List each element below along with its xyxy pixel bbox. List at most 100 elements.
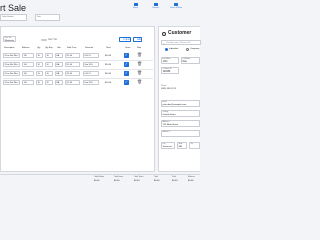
- total-label: Total Items: [114, 175, 124, 178]
- col-qty-shp: Qty Shp: [45, 46, 53, 49]
- tax-checkbox[interactable]: ✓: [124, 62, 129, 67]
- table-row[interactable]: 24 oz Flat Whi... 110 10 10 EA $ 1.00 Us…: [1, 61, 156, 69]
- unit-cell[interactable]: EA: [55, 80, 63, 86]
- price-cell[interactable]: $ 1.00: [65, 53, 80, 59]
- discount-cell[interactable]: Use 10%: [83, 62, 99, 68]
- country-field[interactable]: Country United States: [161, 110, 200, 117]
- qty-ship-cell[interactable]: 10: [45, 71, 53, 77]
- state-field[interactable]: State WA: [177, 142, 187, 149]
- customer-search-input[interactable]: ⌕ Find by name, Phone or ID: [161, 40, 201, 46]
- qty-cell[interactable]: 10: [36, 80, 43, 86]
- totals-footer: Total Before $0.00 Total Items $0.00 Tot…: [0, 174, 200, 184]
- total-value: $0.00: [172, 179, 178, 182]
- qty-ship-cell[interactable]: 10: [45, 62, 53, 68]
- table-header: Description Balance Qty Qty Shp Unit Sal…: [1, 46, 156, 50]
- total-value: $0.00: [114, 179, 120, 182]
- city-field[interactable]: City Vancouver: [161, 142, 175, 149]
- discount-cell[interactable]: 0.00 %: [83, 53, 99, 59]
- save-action[interactable]: Save: [133, 7, 138, 9]
- delete-icon[interactable]: 🗑: [137, 62, 142, 67]
- discount-cell[interactable]: 0.00 %: [83, 71, 99, 77]
- price-tier-label: Price Tier: [4, 37, 12, 39]
- save-new-icon[interactable]: [174, 3, 178, 6]
- customer-search-placeholder: Find by name, Phone or ID: [166, 42, 191, 45]
- desc-cell[interactable]: 24 oz Flat Whi...: [3, 80, 20, 86]
- date-field[interactable]: Date: [35, 14, 60, 21]
- table-row[interactable]: 24 oz Flat Whi... 110 10 10 EA $ 1.00 Us…: [1, 79, 156, 87]
- customer-title: Customer: [168, 30, 192, 36]
- email-field[interactable]: Email john.doe@example.com: [161, 100, 200, 107]
- unit-cell[interactable]: EA: [55, 62, 63, 68]
- line-items-panel: Price Tier Wholesale Has Tax Import Add …: [0, 26, 155, 172]
- qty-cell[interactable]: 10: [36, 71, 43, 77]
- add-button[interactable]: Add: [133, 37, 142, 42]
- customer-panel: Customer ⌕ Find by name, Phone or ID Ind…: [158, 26, 201, 172]
- last-name-field[interactable]: Last Name Doe: [181, 57, 200, 64]
- total-label: Total: [154, 175, 158, 178]
- tax-checkbox[interactable]: ✓: [124, 71, 129, 76]
- individual-label: Individual: [169, 48, 179, 51]
- discount-cell[interactable]: Use 10%: [83, 80, 99, 86]
- balance-cell[interactable]: 110: [22, 80, 34, 86]
- company-radio[interactable]: [186, 48, 189, 51]
- col-description: Description: [4, 46, 15, 49]
- total-cell: $10.00: [105, 81, 112, 84]
- desc-cell[interactable]: 24 oz Flat Whi...: [3, 53, 20, 59]
- balance-cell[interactable]: 110: [22, 71, 34, 77]
- total-value: $0.00: [188, 179, 194, 182]
- cancel-action[interactable]: Cancel: [152, 7, 159, 9]
- table-row[interactable]: 24 oz Flat Whi... 110 10 10 EA $ 1.00 0.…: [1, 70, 156, 78]
- zip-field[interactable]: Zip: [189, 142, 200, 149]
- total-value: $0.00: [94, 179, 100, 182]
- col-balance: Balance: [22, 46, 30, 49]
- has-tax-toggle[interactable]: [41, 38, 47, 42]
- col-taxes: Taxes: [125, 46, 131, 49]
- address-field[interactable]: Address 1 123 Main Street: [161, 120, 200, 127]
- qty-cell[interactable]: 10: [36, 53, 43, 59]
- total-cell: $10.00: [105, 72, 112, 75]
- total-label: Total Before: [94, 175, 105, 178]
- order-number-label: Order Number: [2, 15, 14, 18]
- total-value: $0.00: [134, 179, 140, 182]
- tax-checkbox[interactable]: ✓: [124, 80, 129, 85]
- total-value: $0.00: [154, 179, 160, 182]
- desc-cell[interactable]: 24 oz Flat Whi...: [3, 62, 20, 68]
- delete-icon[interactable]: 🗑: [137, 80, 142, 85]
- col-total: Total: [106, 46, 111, 49]
- import-button-label: Import: [123, 38, 131, 42]
- price-tier-select[interactable]: Price Tier Wholesale: [3, 36, 16, 42]
- price-cell[interactable]: $ 1.00: [65, 80, 80, 86]
- save-new-action[interactable]: Save & New: [170, 7, 182, 9]
- table-row[interactable]: 24 oz Flat Whi... 110 10 10 EA $ 1.00 0.…: [1, 52, 156, 60]
- qty-cell[interactable]: 10: [36, 62, 43, 68]
- order-number-field[interactable]: Order Number: [0, 14, 27, 21]
- qty-ship-cell[interactable]: 10: [45, 53, 53, 59]
- delete-icon[interactable]: 🗑: [137, 71, 142, 76]
- delete-icon[interactable]: 🗑: [137, 53, 142, 58]
- total-label: Total Taxes: [134, 175, 144, 178]
- unit-cell[interactable]: EA: [55, 53, 63, 59]
- first-name-field[interactable]: First Name John: [161, 57, 179, 64]
- col-sale-price: Sale Price: [67, 46, 77, 49]
- address2-field[interactable]: Address 2: [161, 130, 200, 137]
- phone-value[interactable]: (555) 555-1212: [161, 88, 176, 90]
- desc-cell[interactable]: 24 oz Flat Whi...: [3, 71, 20, 77]
- individual-radio[interactable]: [165, 48, 168, 51]
- topbar-actions: Save Cancel Save & New: [132, 3, 198, 11]
- import-button[interactable]: Import: [119, 37, 131, 42]
- tax-checkbox[interactable]: ✓: [124, 53, 129, 58]
- qty-ship-cell[interactable]: 10: [45, 80, 53, 86]
- customer-id-field[interactable]: Customer ID 123456: [161, 67, 179, 74]
- add-button-label: Add: [137, 38, 142, 42]
- date-label: Date: [37, 15, 41, 18]
- unit-cell[interactable]: EA: [55, 71, 63, 77]
- search-icon: ⌕: [163, 41, 165, 46]
- total-label: Paid: [172, 175, 176, 178]
- balance-cell[interactable]: 110: [22, 62, 34, 68]
- balance-cell[interactable]: 110: [22, 53, 34, 59]
- save-icon[interactable]: [134, 3, 138, 6]
- price-cell[interactable]: $ 1.00: [65, 62, 80, 68]
- cancel-icon[interactable]: [154, 3, 158, 6]
- page-title: rt Sale: [0, 3, 27, 13]
- price-cell[interactable]: $ 1.00: [65, 71, 80, 77]
